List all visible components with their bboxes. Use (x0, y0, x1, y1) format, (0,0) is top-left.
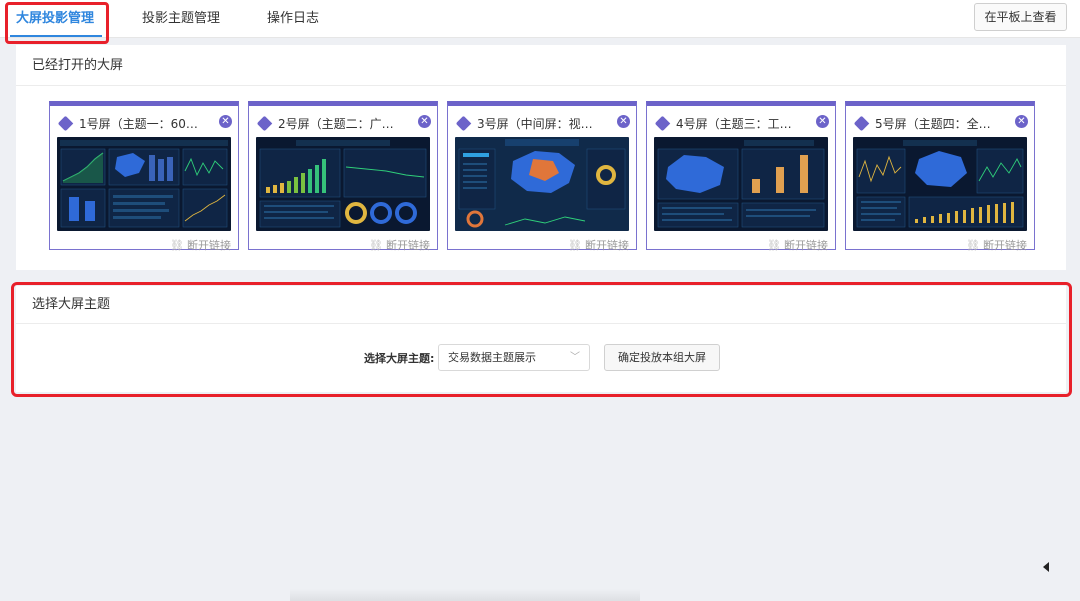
disconnect-link[interactable]: ⛓ 断开链接 (966, 237, 1027, 253)
tag-icon (853, 115, 870, 131)
close-icon[interactable]: ✕ (816, 115, 829, 128)
disconnect-label: 断开链接 (386, 239, 430, 252)
tag-icon (256, 115, 273, 131)
screen-card-label: 1号屏（主题一：60… (79, 117, 198, 131)
screen-card-5[interactable]: 5号屏（主题四：全… ✕ ⛓ 断开链接 (845, 101, 1035, 253)
top-tab-bar: 大屏投影管理 投影主题管理 操作日志 在平板上查看 (0, 0, 1080, 38)
theme-select-label: 选择大屏主题: (364, 352, 435, 365)
disconnect-link[interactable]: ⛓ 断开链接 (170, 237, 231, 253)
highlight-box-tab (5, 2, 109, 44)
close-icon[interactable]: ✕ (418, 115, 431, 128)
dashboard-thumbnail (853, 137, 1027, 231)
unlink-icon: ⛓ (369, 239, 383, 252)
screen-card-3[interactable]: 3号屏（中间屏：视… ✕ ⛓ 断开链接 (447, 101, 637, 253)
disconnect-link[interactable]: ⛓ 断开链接 (767, 237, 828, 253)
chevron-down-icon: ﹀ (570, 352, 580, 363)
screen-card-label: 2号屏（主题二：广… (278, 117, 394, 131)
screen-card-label: 3号屏（中间屏：视… (477, 117, 593, 131)
disconnect-link[interactable]: ⛓ 断开链接 (568, 237, 629, 253)
tag-icon (57, 115, 74, 131)
screen-card-label: 4号屏（主题三：工… (676, 117, 792, 131)
disconnect-label: 断开链接 (585, 239, 629, 252)
view-on-tablet-button[interactable]: 在平板上查看 (974, 3, 1067, 31)
dashboard-thumbnail (654, 137, 828, 231)
highlight-box-theme (11, 282, 1072, 397)
bottom-shadow (290, 589, 640, 601)
close-icon[interactable]: ✕ (219, 115, 232, 128)
confirm-projection-button[interactable]: 确定投放本组大屏 (604, 344, 720, 371)
screen-card-1[interactable]: 1号屏（主题一：60… ✕ ⛓ 断开链接 (49, 101, 239, 253)
disconnect-label: 断开链接 (187, 239, 231, 252)
theme-select-dropdown[interactable]: 交易数据主题展示 ﹀ (438, 344, 590, 371)
tag-icon (455, 115, 472, 131)
screen-card-label: 5号屏（主题四：全… (875, 117, 991, 131)
theme-select-value: 交易数据主题展示 (448, 351, 536, 364)
unlink-icon: ⛓ (767, 239, 781, 252)
tab-theme-management[interactable]: 投影主题管理 (142, 0, 220, 38)
unlink-icon: ⛓ (568, 239, 582, 252)
tab-operation-log[interactable]: 操作日志 (267, 0, 319, 38)
dashboard-thumbnail (57, 137, 231, 231)
screen-card-2[interactable]: 2号屏（主题二：广… ✕ ⛓ 断开链接 (248, 101, 438, 253)
unlink-icon: ⛓ (966, 239, 980, 252)
collapse-left-icon[interactable] (1043, 562, 1049, 572)
disconnect-label: 断开链接 (784, 239, 828, 252)
opened-screens-title: 已经打开的大屏 (16, 45, 1066, 86)
tag-icon (654, 115, 671, 131)
disconnect-label: 断开链接 (983, 239, 1027, 252)
unlink-icon: ⛓ (170, 239, 184, 252)
disconnect-link[interactable]: ⛓ 断开链接 (369, 237, 430, 253)
screen-card-4[interactable]: 4号屏（主题三：工… ✕ ⛓ 断开链接 (646, 101, 836, 253)
close-icon[interactable]: ✕ (1015, 115, 1028, 128)
dashboard-thumbnail (256, 137, 430, 231)
dashboard-thumbnail (455, 137, 629, 231)
close-icon[interactable]: ✕ (617, 115, 630, 128)
